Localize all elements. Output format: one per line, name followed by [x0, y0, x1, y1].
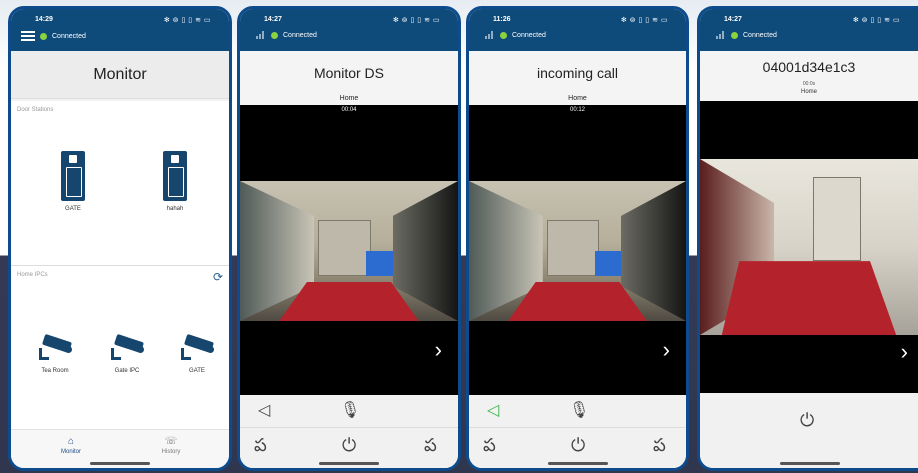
speaker-icon[interactable]: ◁	[487, 403, 499, 419]
camera-icon	[177, 333, 217, 362]
page-title: Monitor DS	[313, 65, 385, 81]
unlock-icon[interactable]: ప	[254, 436, 267, 454]
chevron-right-icon[interactable]: ›	[663, 339, 670, 361]
unlock-icon[interactable]: ప	[653, 436, 666, 454]
call-timer: 00:0s	[802, 81, 816, 87]
video-feed[interactable]: ›	[700, 101, 918, 397]
video-feed[interactable]: ›	[240, 105, 458, 395]
location-label: Home	[339, 95, 359, 102]
connection-status-dot	[731, 31, 738, 39]
chevron-right-icon[interactable]: ›	[901, 341, 908, 363]
door-station-item[interactable]: hahah	[145, 151, 205, 212]
home-indicator[interactable]	[319, 462, 379, 465]
signal-icon	[716, 31, 726, 39]
ipc-name: Gate IPC	[114, 368, 140, 374]
camera-image	[700, 159, 918, 335]
door-station-name: GATE	[65, 206, 81, 212]
chevron-right-icon[interactable]: ›	[435, 339, 442, 361]
status-time: 14:27	[264, 16, 282, 23]
home-ipcs-label: Home IPCs	[17, 272, 48, 278]
call-actions: ప ⏻ ప	[469, 427, 686, 468]
door-station-item[interactable]: GATE	[43, 151, 103, 212]
phone-monitor-ds: 14:27 ✻ ⊚ ▯ ▯ ≋ ▭ Connected Monitor DS ›…	[237, 6, 461, 471]
camera-image	[240, 181, 458, 321]
connection-status-label: Connected	[512, 31, 546, 39]
power-icon[interactable]: ⏻	[342, 436, 356, 454]
unlock-icon[interactable]: ప	[483, 436, 496, 454]
camera-icon	[35, 333, 75, 362]
home-indicator[interactable]	[547, 462, 608, 465]
refresh-icon[interactable]: ⟳	[213, 270, 223, 284]
speaker-icon[interactable]: ◁	[258, 403, 270, 419]
call-timer: 00:12	[569, 107, 585, 113]
status-bar: 14:27 ✻ ⊚ ▯ ▯ ≋ ▭ Connected	[700, 9, 918, 51]
ipc-name: Tea Room	[41, 368, 69, 374]
status-bar: 14:29 ✻ ⊚ ▯ ▯ ≋ ▭ Connected	[11, 9, 229, 51]
status-bar: 14:27 ✻ ⊚ ▯ ▯ ≋ ▭ Connected	[240, 9, 458, 51]
door-stations-section: Door Stations GATE hahah	[11, 101, 229, 265]
microphone-icon[interactable]: 🎙	[340, 403, 360, 419]
hamburger-menu-icon[interactable]	[21, 31, 35, 41]
call-actions: ⏻	[700, 393, 918, 468]
status-icons: ✻ ⊚ ▯ ▯ ≋ ▭	[392, 17, 440, 24]
camera-image	[469, 181, 686, 321]
microphone-icon[interactable]: 🎙	[569, 403, 589, 419]
nav-tab-history[interactable]: ☏ History	[141, 436, 201, 455]
power-icon[interactable]: ⏻	[571, 436, 585, 454]
door-station-name: hahah	[166, 206, 184, 212]
page-title: Monitor	[11, 51, 229, 99]
nav-tab-monitor[interactable]: ⌂ Monitor	[41, 436, 101, 455]
signal-icon	[256, 31, 266, 39]
nav-tab-label: History	[161, 449, 181, 455]
status-time: 14:27	[724, 16, 742, 23]
bottom-navigation: ⌂ Monitor ☏ History	[11, 429, 229, 468]
home-ipcs-section: Home IPCs ⟳ Tea Room Gate IPC GATE	[11, 265, 229, 435]
home-indicator[interactable]	[780, 462, 840, 465]
monitor-icon: ⌂	[67, 436, 75, 447]
location-label: Home	[568, 95, 587, 102]
nav-tab-label: Monitor	[60, 449, 81, 455]
connection-status-label: Connected	[743, 31, 777, 39]
page-title: incoming call	[537, 65, 618, 81]
status-icons: ✻ ⊚ ▯ ▯ ≋ ▭	[852, 17, 900, 24]
door-station-icon	[163, 151, 187, 201]
history-icon: ☏	[164, 436, 178, 447]
phone-ipc-view: 14:27 ✻ ⊚ ▯ ▯ ≋ ▭ Connected 04001d34e1c3…	[697, 6, 918, 471]
home-indicator[interactable]	[90, 462, 150, 465]
status-time: 11:26	[493, 16, 511, 23]
power-icon[interactable]: ⏻	[800, 411, 814, 429]
phone-monitor-list: 14:29 ✻ ⊚ ▯ ▯ ≋ ▭ Connected Monitor Door…	[8, 6, 232, 471]
connection-status-dot	[500, 31, 507, 39]
ipc-item[interactable]: Tea Room	[25, 333, 85, 374]
connection-status-label: Connected	[52, 32, 86, 40]
door-station-icon	[61, 151, 85, 201]
connection-status-dot	[40, 32, 47, 40]
page-title: 04001d34e1c3	[762, 59, 856, 75]
door-stations-label: Door Stations	[17, 107, 54, 113]
status-icons: ✻ ⊚ ▯ ▯ ≋ ▭	[163, 17, 211, 24]
unlock-icon[interactable]: ప	[424, 436, 437, 454]
location-label: Home	[800, 89, 817, 95]
call-timer: 00:04	[341, 107, 357, 113]
ipc-item[interactable]: Gate IPC	[97, 333, 157, 374]
call-actions: ప ⏻ ప	[240, 427, 458, 468]
connection-status-dot	[271, 31, 278, 39]
video-feed[interactable]: ›	[469, 105, 686, 395]
status-icons: ✻ ⊚ ▯ ▯ ≋ ▭	[620, 17, 668, 24]
phone-incoming-call: 11:26 ✻ ⊚ ▯ ▯ ≋ ▭ Connected incoming cal…	[466, 6, 689, 471]
connection-status-label: Connected	[283, 31, 317, 39]
ipc-item[interactable]: GATE	[167, 333, 227, 374]
ipc-name: GATE	[189, 368, 205, 374]
status-bar: 11:26 ✻ ⊚ ▯ ▯ ≋ ▭ Connected	[469, 9, 686, 51]
signal-icon	[485, 31, 495, 39]
status-time: 14:29	[35, 16, 53, 23]
camera-icon	[107, 333, 147, 362]
